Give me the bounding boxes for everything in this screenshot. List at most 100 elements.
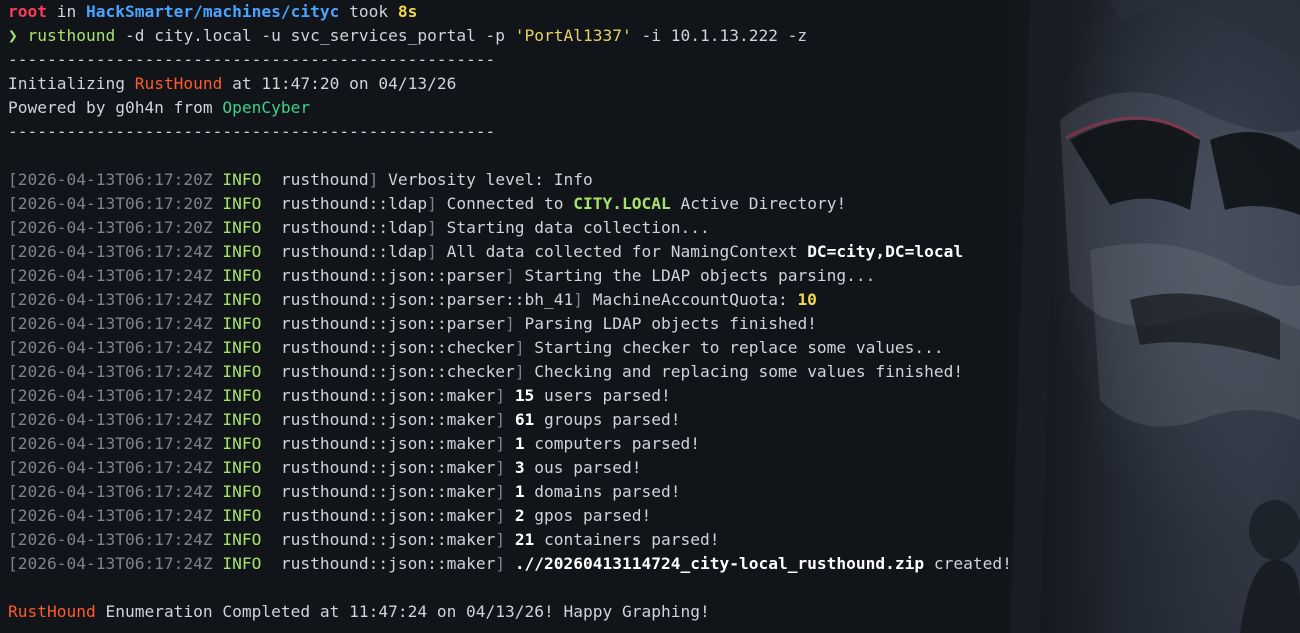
log-message-suffix: groups parsed! [534, 410, 681, 429]
log-line: [2026-04-13T06:17:24Z INFO rusthound::js… [8, 456, 1300, 480]
banner-init-suffix: at 11:47:20 on 04/13/26 [222, 74, 457, 93]
command-args-2: -i 10.1.13.222 -z [631, 26, 808, 45]
terminal-output: root in HackSmarter/machines/cityc took … [8, 0, 1300, 624]
command-password: 'PortAl1337' [514, 26, 632, 45]
log-bracket: ] [495, 482, 506, 501]
log-line: [2026-04-13T06:17:20Z INFO rusthound::ld… [8, 192, 1300, 216]
log-module: rusthound [280, 170, 369, 189]
log-message-suffix: created! [924, 554, 1012, 573]
log-level: INFO [222, 290, 262, 309]
prompt-path: HackSmarter/machines/cityc [85, 2, 340, 21]
log-bold-value: 61 [514, 410, 535, 429]
log-level: INFO [222, 506, 262, 525]
banner-tool-name: RustHound [134, 74, 223, 93]
log-module: rusthound::json::maker [280, 554, 496, 573]
log-module: rusthound::json::checker [280, 362, 515, 381]
log-highlight: CITY.LOCAL [573, 194, 671, 213]
log-bold-value: 2 [514, 506, 525, 525]
log-message [505, 530, 515, 549]
log-level: INFO [222, 242, 262, 261]
prompt-user: root [8, 2, 47, 21]
log-level: INFO [222, 554, 262, 573]
log-bracket: ] [514, 362, 525, 381]
log-message-suffix: ous parsed! [524, 458, 642, 477]
log-timestamp: [2026-04-13T06:17:24Z [8, 290, 213, 309]
banner-init: Initializing RustHound at 11:47:20 on 04… [8, 72, 1300, 96]
log-bracket: ] [427, 218, 437, 237]
log-level: INFO [222, 362, 262, 381]
log-message [505, 458, 515, 477]
log-bracket: ] [495, 506, 506, 525]
log-timestamp: [2026-04-13T06:17:24Z [8, 506, 213, 525]
log-message: Starting checker to replace some values.… [524, 338, 944, 357]
banner-init-prefix: Initializing [8, 74, 135, 93]
log-timestamp: [2026-04-13T06:17:24Z [8, 482, 213, 501]
log-bracket: ] [495, 458, 506, 477]
banner-powered: Powered by g0h4n from OpenCyber [8, 96, 1300, 120]
log-message-suffix: domains parsed! [524, 482, 681, 501]
log-module: rusthound::json::maker [280, 458, 496, 477]
log-message-suffix: gpos parsed! [524, 506, 652, 525]
log-message: Starting the LDAP objects parsing... [514, 266, 876, 285]
command-line[interactable]: ❯ rusthound -d city.local -u svc_service… [8, 24, 1300, 48]
terminal-window[interactable]: root in HackSmarter/machines/cityc took … [0, 0, 1300, 633]
log-level: INFO [222, 194, 262, 213]
log-message: Checking and replacing some values finis… [524, 362, 964, 381]
log-line: [2026-04-13T06:17:24Z INFO rusthound::js… [8, 408, 1300, 432]
log-message [505, 506, 515, 525]
log-module: rusthound::json::maker [280, 530, 496, 549]
log-bracket: ] [573, 290, 584, 309]
banner-separator-bottom: ----------------------------------------… [8, 122, 496, 141]
log-bracket: ] [495, 434, 506, 453]
log-level: INFO [222, 482, 262, 501]
log-level: INFO [222, 434, 262, 453]
log-message-suffix: users parsed! [534, 386, 671, 405]
log-line: [2026-04-13T06:17:24Z INFO rusthound::js… [8, 384, 1300, 408]
log-bold-value: .//20260413114724_city-local_rusthound.z… [514, 554, 925, 573]
log-level: INFO [222, 410, 262, 429]
prompt-line: root in HackSmarter/machines/cityc took … [8, 0, 1300, 24]
log-level: INFO [222, 338, 262, 357]
log-bold-value: DC=city,DC=local [807, 242, 964, 261]
log-module: rusthound::ldap [280, 218, 428, 237]
log-timestamp: [2026-04-13T06:17:24Z [8, 554, 213, 573]
log-message-suffix: Active Directory! [670, 194, 847, 213]
log-timestamp: [2026-04-13T06:17:24Z [8, 314, 213, 333]
log-module: rusthound::json::checker [280, 338, 515, 357]
log-level: INFO [222, 266, 262, 285]
log-message-suffix: computers parsed! [524, 434, 700, 453]
log-module: rusthound::json::parser [280, 266, 506, 285]
log-line: [2026-04-13T06:17:24Z INFO rusthound::js… [8, 360, 1300, 384]
log-level: INFO [222, 314, 262, 333]
banner-powered-prefix: Powered by g0h4n from [8, 98, 223, 117]
log-timestamp: [2026-04-13T06:17:24Z [8, 266, 213, 285]
prompt-duration: 8s [397, 2, 418, 21]
log-line: [2026-04-13T06:17:24Z INFO rusthound::js… [8, 264, 1300, 288]
log-bold-value: 15 [514, 386, 535, 405]
log-timestamp: [2026-04-13T06:17:24Z [8, 434, 213, 453]
log-line: [2026-04-13T06:17:20Z INFO rusthound] Ve… [8, 168, 1300, 192]
log-level: INFO [222, 218, 262, 237]
log-module: rusthound::json::maker [280, 434, 496, 453]
log-timestamp: [2026-04-13T06:17:24Z [8, 386, 213, 405]
log-bracket: ] [495, 530, 506, 549]
log-bracket: ] [514, 338, 525, 357]
log-line: [2026-04-13T06:17:24Z INFO rusthound::js… [8, 528, 1300, 552]
log-message [505, 554, 515, 573]
log-line: [2026-04-13T06:17:20Z INFO rusthound::ld… [8, 216, 1300, 240]
prompt-arrow-icon: ❯ [8, 26, 18, 45]
log-line: [2026-04-13T06:17:24Z INFO rusthound::ld… [8, 240, 1300, 264]
log-message [505, 434, 515, 453]
log-bracket: ] [427, 242, 437, 261]
log-bold-value: 3 [514, 458, 525, 477]
log-message: All data collected for NamingContext [436, 242, 808, 261]
log-level: INFO [222, 530, 262, 549]
log-bracket: ] [505, 266, 515, 285]
footer-text: Enumeration Completed at 11:47:24 on 04/… [95, 602, 710, 621]
log-message: Verbosity level: Info [378, 170, 593, 189]
log-line: [2026-04-13T06:17:24Z INFO rusthound::js… [8, 480, 1300, 504]
log-bracket: ] [495, 386, 506, 405]
log-timestamp: [2026-04-13T06:17:24Z [8, 458, 213, 477]
